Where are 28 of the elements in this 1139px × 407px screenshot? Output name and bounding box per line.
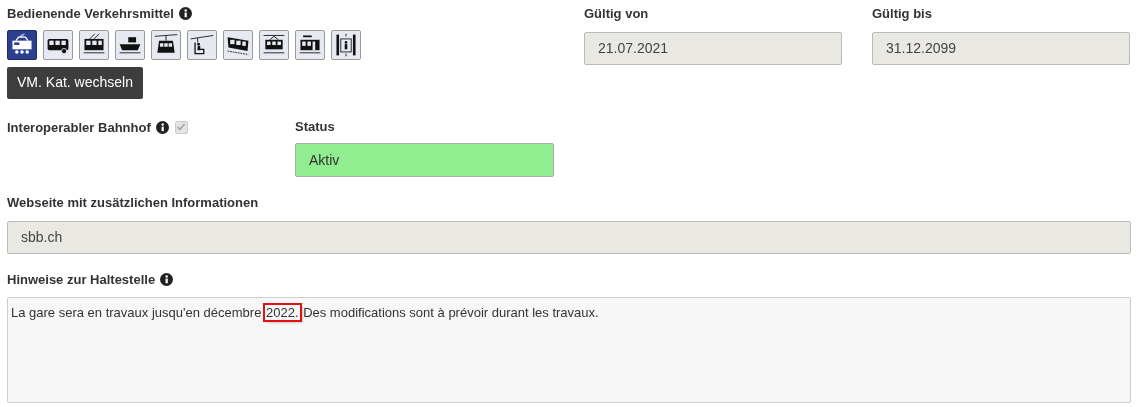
elevator-icon: [333, 31, 359, 58]
field-label: Webseite mit zusätzlichen Informationen: [7, 194, 259, 212]
field-label: Bedienende Verkehrsmittel: [7, 5, 174, 23]
transport-mode-button[interactable]: [187, 29, 217, 60]
notes-textarea[interactable]: La gare sera en travaux jusqu'en décembre 2022. Des modifications sont à prévoir durant les travaux.: [7, 297, 1131, 403]
date-field[interactable]: 21.07.2021: [584, 31, 842, 65]
transport-mode-button[interactable]: [295, 29, 325, 60]
transport-mode-button[interactable]: [79, 29, 109, 60]
change-category-button[interactable]: VM. Kat. wechseln: [7, 66, 143, 99]
field-label: Gültig von: [584, 5, 649, 23]
status-field[interactable]: Aktiv: [295, 143, 554, 177]
field-label: Status: [295, 117, 335, 136]
field-label: Gültig bis: [872, 5, 932, 23]
info-icon: [160, 272, 174, 286]
website-field[interactable]: sbb.ch: [7, 220, 1131, 254]
info-icon: [155, 120, 169, 134]
info-icon: [178, 7, 192, 21]
transport-mode-button[interactable]: [259, 29, 289, 60]
transport-mode-button[interactable]: [331, 29, 361, 60]
transport-mode-button[interactable]: [223, 29, 253, 60]
field-label: Interoperabler Bahnhof: [7, 118, 151, 137]
transport-mode-button[interactable]: [115, 29, 145, 60]
transport-mode-button[interactable]: [151, 29, 181, 60]
transport-mode-button[interactable]: [7, 29, 37, 60]
field-label: Hinweise zur Haltestelle: [7, 270, 156, 289]
transport-mode-button[interactable]: [43, 29, 73, 60]
date-field[interactable]: 31.12.2099: [872, 31, 1130, 65]
notes-text: La gare sera en travaux jusqu'en décembre 2022. Des modifications sont à prévoir durant les travaux.: [11, 304, 600, 322]
